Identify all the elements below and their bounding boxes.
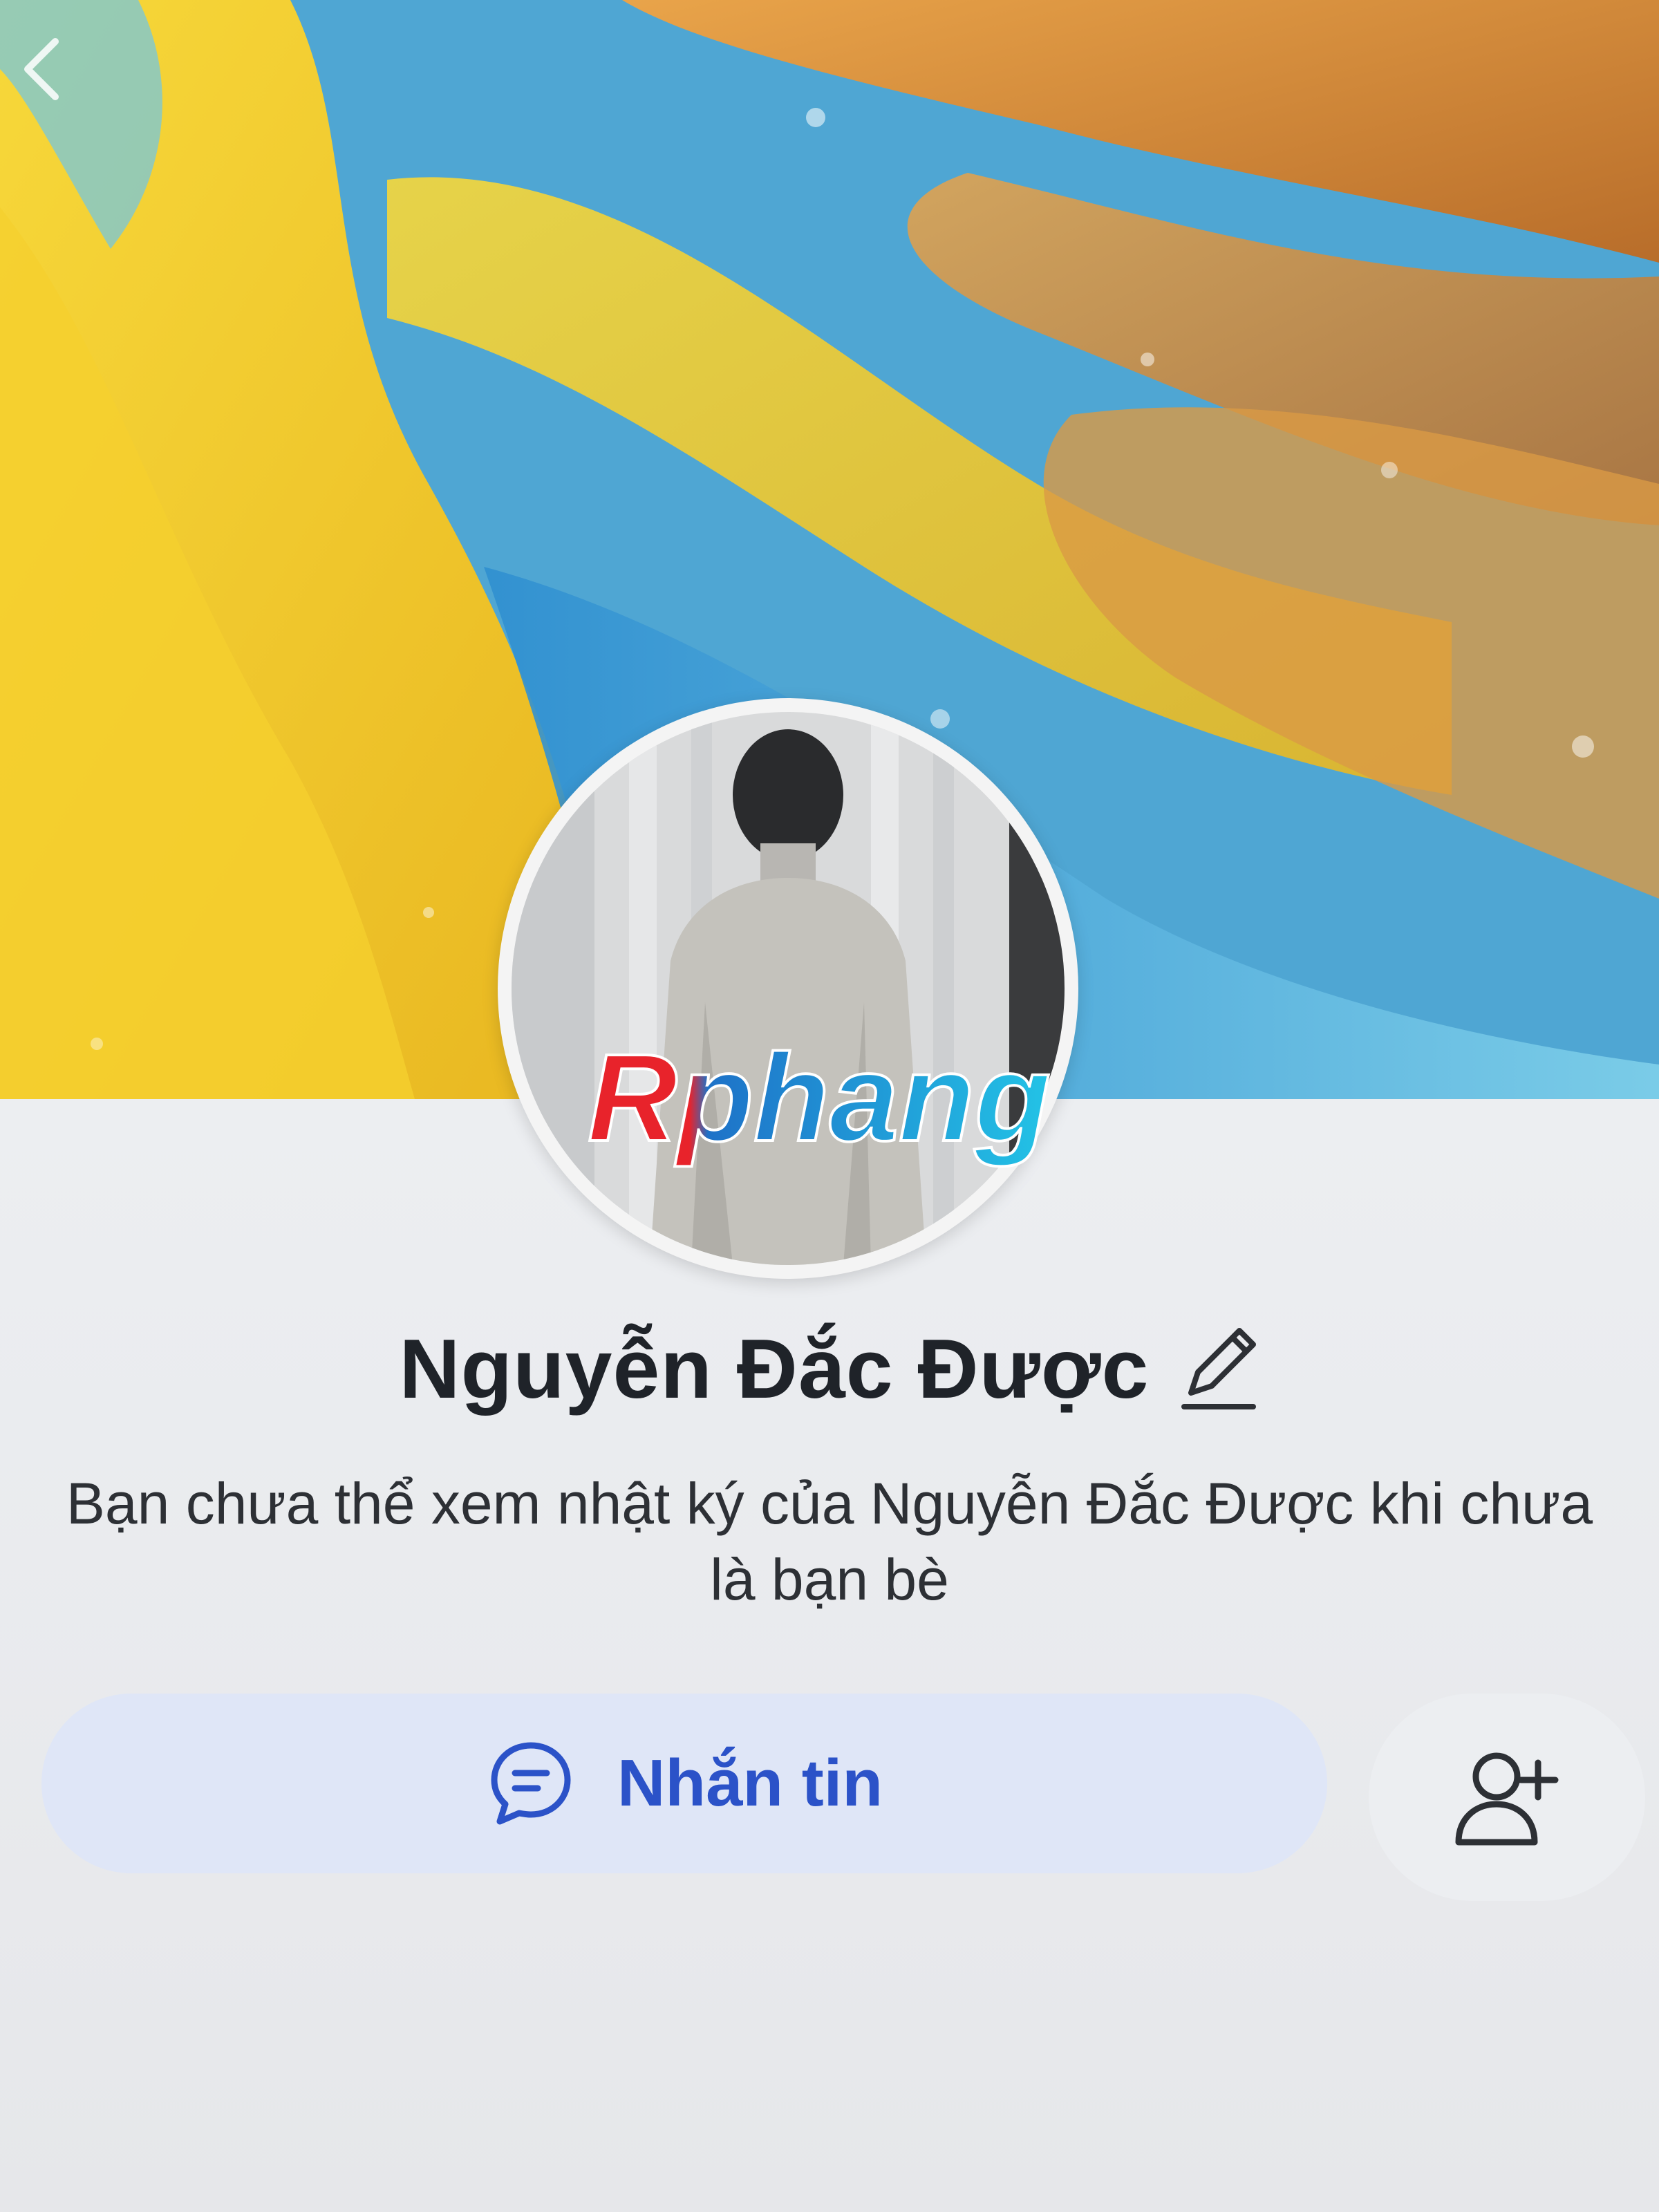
back-icon[interactable] bbox=[14, 28, 69, 111]
profile-screen: Rphang Nguyễn Đắc Được Bạn chưa thể xem … bbox=[0, 0, 1659, 2212]
message-button-label: Nhắn tin bbox=[617, 1746, 883, 1820]
add-friend-button[interactable] bbox=[1369, 1694, 1645, 1901]
edit-name-icon[interactable] bbox=[1177, 1324, 1260, 1414]
svg-text:Rphang: Rphang bbox=[588, 1030, 1051, 1168]
profile-name: Nguyễn Đắc Được bbox=[399, 1322, 1150, 1416]
avatar[interactable] bbox=[512, 712, 1065, 1265]
chat-bubble-icon bbox=[491, 1742, 571, 1825]
avatar-frame bbox=[498, 698, 1078, 1279]
private-diary-notice: Bạn chưa thể xem nhật ký của Nguyễn Đắc … bbox=[66, 1471, 1593, 1612]
avatar-photo bbox=[512, 712, 1065, 1265]
add-friend-icon bbox=[1455, 1752, 1559, 1846]
name-row: Nguyễn Đắc Được bbox=[0, 1300, 1659, 1438]
message-button[interactable]: Nhắn tin bbox=[41, 1694, 1327, 1873]
watermark-logo: Rphang bbox=[586, 1030, 1052, 1169]
